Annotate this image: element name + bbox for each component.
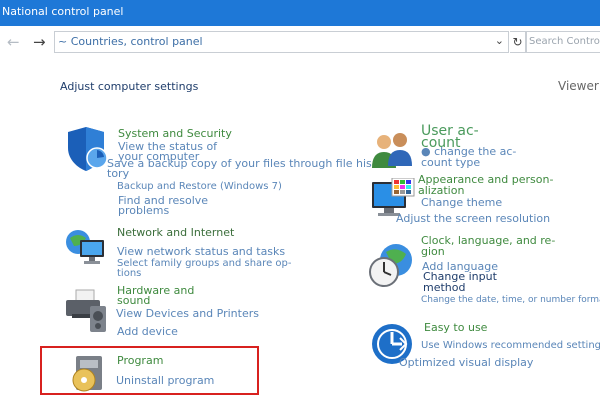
category-appearance-2[interactable]: alization (418, 185, 464, 196)
globe-network-icon[interactable] (64, 226, 110, 270)
link-file-history[interactable]: Save a backup copy of your files through… (107, 158, 376, 169)
link-family-groups[interactable]: Select family groups and share op- (117, 258, 291, 269)
link-change-account-type-2[interactable]: count type (421, 157, 480, 168)
shield-icon[interactable] (64, 126, 110, 172)
link-optimize-visual-display[interactable]: Optimized visual display (399, 357, 533, 368)
category-network-internet[interactable]: Network and Internet (117, 227, 234, 238)
chevron-down-icon[interactable]: ⌄ (495, 34, 504, 47)
search-input[interactable]: Search Control (526, 31, 600, 53)
program-disc-icon[interactable] (70, 354, 106, 394)
back-arrow-icon[interactable]: ← (7, 33, 20, 51)
refresh-icon[interactable]: ↻ (510, 31, 526, 53)
link-family-groups-2[interactable]: tions (117, 268, 141, 279)
page-title: Adjust computer settings (60, 80, 199, 93)
category-system-security[interactable]: System and Security (118, 128, 232, 139)
link-network-status[interactable]: View network status and tasks (117, 246, 285, 257)
printer-icon[interactable] (64, 288, 110, 334)
link-change-theme[interactable]: Change theme (421, 197, 502, 208)
link-date-time-format[interactable]: Change the date, time, or number format (421, 295, 600, 306)
link-recommended-settings[interactable]: Use Windows recommended settings (421, 340, 600, 351)
category-hardware-sound-2[interactable]: sound (117, 295, 150, 306)
link-add-device[interactable]: Add device (117, 326, 178, 337)
link-file-history-2[interactable]: tory (107, 168, 129, 179)
link-find-problems-2[interactable]: problems (118, 205, 169, 216)
category-program[interactable]: Program (117, 355, 163, 366)
forward-arrow-icon[interactable]: → (33, 33, 46, 51)
category-ease-of-access[interactable]: Easy to use (424, 322, 487, 333)
link-uninstall-program[interactable]: Uninstall program (116, 375, 214, 386)
link-view-devices[interactable]: View Devices and Printers (116, 308, 259, 319)
search-placeholder: Search Control (529, 36, 600, 47)
link-backup-restore[interactable]: Backup and Restore (Windows 7) (117, 181, 282, 192)
window-title: National control panel (2, 5, 124, 18)
view-by-label[interactable]: Viewer (558, 79, 599, 93)
link-change-input-method-2[interactable]: method (423, 282, 465, 293)
title-bar: National control panel (0, 0, 600, 26)
address-text: ~ Countries, control panel (58, 35, 203, 48)
link-screen-resolution[interactable]: Adjust the screen resolution (396, 213, 550, 224)
navigation-bar: ← → ~ Countries, control panel ⌄ ↻ Searc… (0, 26, 600, 58)
users-icon[interactable] (370, 130, 414, 170)
address-bar[interactable]: ~ Countries, control panel ⌄ (54, 31, 509, 53)
category-clock-language-region-2[interactable]: gion (421, 246, 445, 257)
clock-globe-icon[interactable] (368, 242, 414, 288)
